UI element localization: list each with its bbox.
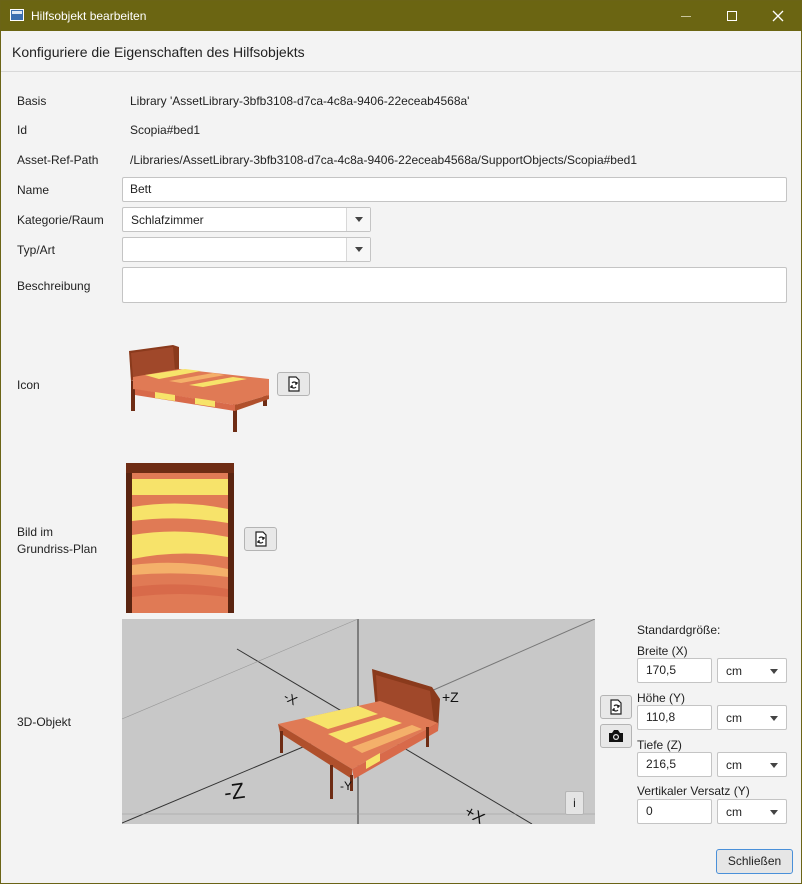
depth-unit-value: cm (726, 758, 742, 772)
replace-image-icon (254, 531, 267, 547)
height-unit-select[interactable]: cm (717, 705, 787, 730)
chevron-down-icon[interactable] (346, 208, 370, 231)
object3d-label: 3D-Objekt (17, 715, 72, 729)
snapshot-button[interactable] (600, 724, 632, 748)
chevron-down-icon (770, 810, 778, 815)
close-button[interactable]: Schließen (716, 849, 793, 874)
depth-label: Tiefe (Z) (637, 738, 682, 752)
width-input[interactable]: 170,5 (637, 658, 712, 683)
axis-label-neg-y: -Y (340, 779, 352, 793)
category-select-value: Schlafzimmer (131, 213, 204, 227)
chevron-down-icon (770, 763, 778, 768)
name-label: Name (17, 183, 50, 197)
depth-input[interactable]: 216,5 (637, 752, 712, 777)
floorplan-label-line1: Bild im (17, 525, 54, 539)
replace-floorplan-button[interactable] (244, 527, 277, 551)
category-select[interactable]: Schlafzimmer (122, 207, 371, 232)
axis-label-pos-z: +Z (442, 689, 459, 705)
floorplan-preview-image (126, 463, 234, 613)
replace-3d-model-button[interactable] (600, 695, 632, 719)
id-label: Id (17, 123, 28, 137)
asset-ref-path-label: Asset-Ref-Path (17, 153, 99, 167)
description-input[interactable] (122, 267, 787, 303)
3d-scene (122, 619, 595, 824)
width-unit-value: cm (726, 664, 742, 678)
close-window-button[interactable] (755, 1, 801, 31)
width-unit-select[interactable]: cm (717, 658, 787, 683)
camera-icon (609, 730, 623, 742)
type-select[interactable] (122, 237, 371, 262)
close-icon (772, 10, 784, 22)
replace-icon-button[interactable] (277, 372, 310, 396)
chevron-down-icon (770, 669, 778, 674)
description-label: Beschreibung (17, 279, 91, 293)
icon-preview-image (129, 345, 269, 432)
depth-unit-select[interactable]: cm (717, 752, 787, 777)
replace-image-icon (287, 376, 300, 392)
height-label: Höhe (Y) (637, 691, 686, 705)
category-label: Kategorie/Raum (17, 213, 104, 227)
basis-value: Library 'AssetLibrary-3bfb3108-d7ca-4c8a… (130, 94, 470, 108)
3d-viewport[interactable]: -Z +Z -X -Y +X (122, 619, 595, 824)
width-label: Breite (X) (637, 644, 688, 658)
chevron-down-icon[interactable] (346, 238, 370, 261)
name-input[interactable]: Bett (122, 177, 787, 202)
dialog-header-text: Konfiguriere die Eigenschaften des Hilfs… (12, 44, 305, 60)
dialog-window: Hilfsobjekt bearbeiten Konfiguriere die … (0, 0, 802, 884)
window-title: Hilfsobjekt bearbeiten (31, 9, 147, 23)
minimize-button[interactable] (663, 1, 709, 31)
dialog-header: Konfiguriere die Eigenschaften des Hilfs… (1, 31, 801, 72)
type-label: Typ/Art (17, 243, 56, 257)
vertical-offset-unit-select[interactable]: cm (717, 799, 787, 824)
vertical-offset-input[interactable]: 0 (637, 799, 712, 824)
icon-label: Icon (17, 378, 40, 392)
standard-size-heading: Standardgröße: (637, 623, 721, 637)
maximize-button[interactable] (709, 1, 755, 31)
floorplan-label-line2: Grundriss-Plan (17, 542, 98, 556)
chevron-down-icon (770, 716, 778, 721)
app-icon (10, 9, 24, 21)
axis-label-neg-z: -Z (222, 777, 247, 806)
info-button[interactable]: i (565, 791, 584, 815)
id-value: Scopia#bed1 (130, 123, 201, 137)
replace-image-icon (610, 699, 622, 715)
vertical-offset-label: Vertikaler Versatz (Y) (637, 784, 750, 798)
vertical-offset-unit-value: cm (726, 805, 742, 819)
height-unit-value: cm (726, 711, 742, 725)
basis-label: Basis (17, 94, 47, 108)
height-input[interactable]: 110,8 (637, 705, 712, 730)
asset-ref-path-value: /Libraries/AssetLibrary-3bfb3108-d7ca-4c… (130, 153, 637, 167)
minimize-icon (681, 15, 691, 17)
maximize-icon (727, 11, 737, 21)
title-bar[interactable]: Hilfsobjekt bearbeiten (1, 1, 801, 31)
